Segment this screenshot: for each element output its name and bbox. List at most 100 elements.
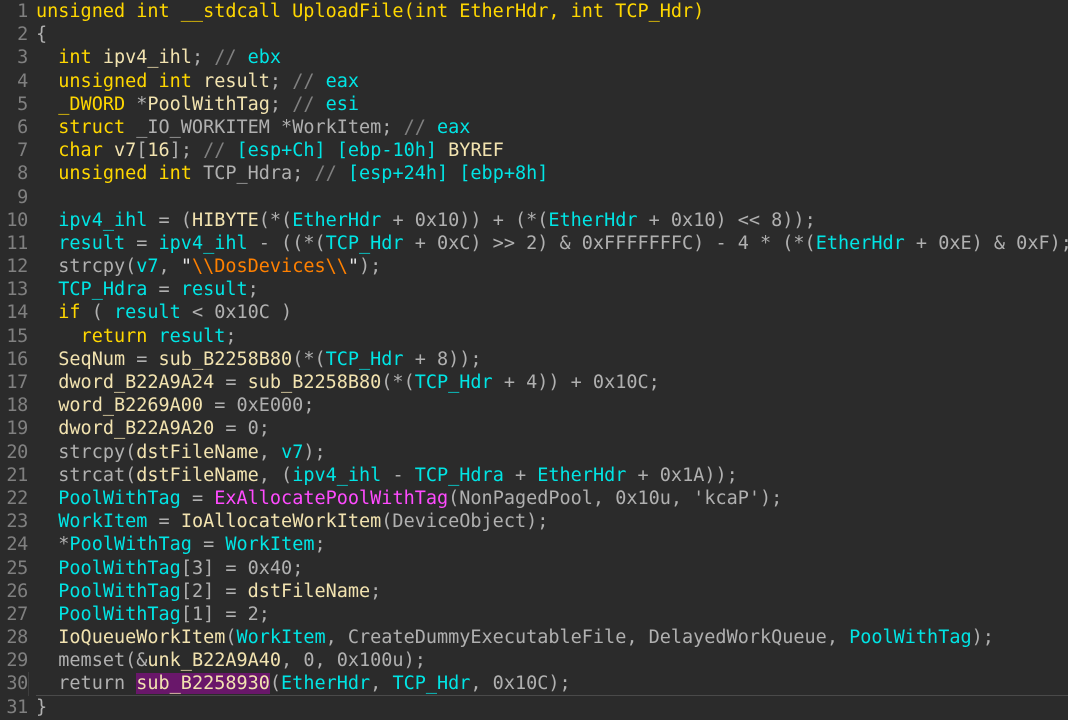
line-number: 23 xyxy=(6,511,28,533)
code-line-text[interactable]: PoolWithTag[3] = 0x40; xyxy=(36,557,1068,580)
code-line[interactable]: 19 dword_B22A9A20 = 0; xyxy=(0,417,1068,440)
line-number: 20 xyxy=(6,441,28,463)
code-line[interactable]: 28 IoQueueWorkItem(WorkItem, CreateDummy… xyxy=(0,626,1068,649)
code-line-text[interactable]: WorkItem = IoAllocateWorkItem(DeviceObje… xyxy=(36,510,1068,533)
code-line[interactable]: 6 struct _IO_WORKITEM *WorkItem; // eax xyxy=(0,116,1068,139)
code-line[interactable]: 15 return result; xyxy=(0,325,1068,348)
code-token: - xyxy=(381,464,415,486)
code-token: if xyxy=(58,302,81,324)
code-line[interactable]: 31} xyxy=(0,696,1068,719)
code-line[interactable]: 30 return sub_B2258930(EtherHdr, TCP_Hdr… xyxy=(0,672,1068,696)
code-token: // xyxy=(203,140,237,162)
code-line-text[interactable]: SeqNum = sub_B2258B80(*(TCP_Hdr + 8)); xyxy=(36,348,1068,371)
code-token: EtherHdr xyxy=(281,673,371,695)
line-number: 12 xyxy=(6,256,28,278)
code-line[interactable]: 4 unsigned int result; // eax xyxy=(0,70,1068,93)
code-token: int xyxy=(58,47,92,69)
code-token: = xyxy=(214,372,248,393)
code-line[interactable]: 7 char v7[16]; // [esp+Ch] [ebp-10h] BYR… xyxy=(0,139,1068,162)
code-line-text[interactable]: char v7[16]; // [esp+Ch] [ebp-10h] BYREF xyxy=(36,139,1068,162)
code-line[interactable]: 16 SeqNum = sub_B2258B80(*(TCP_Hdr + 8))… xyxy=(0,348,1068,371)
code-line-text[interactable]: } xyxy=(36,696,1068,719)
code-line[interactable]: 17 dword_B22A9A24 = sub_B2258B80(*(TCP_H… xyxy=(0,371,1068,394)
code-line[interactable]: 9 xyxy=(0,186,1068,209)
code-token: [ebp+8h] xyxy=(459,163,549,185)
code-line[interactable]: 12 strcpy(v7, "\\DosDevices\\"); xyxy=(0,255,1068,278)
code-line-text[interactable]: result = ipv4_ihl - ((*(TCP_Hdr + 0xC) >… xyxy=(36,232,1068,255)
code-line[interactable]: 22 PoolWithTag = ExAllocatePoolWithTag(N… xyxy=(0,487,1068,510)
code-line-text[interactable]: int ipv4_ihl; // ebx xyxy=(36,46,1068,69)
code-line-text[interactable]: word_B2269A00 = 0xE000; xyxy=(36,394,1068,417)
code-token: sub_B2258B80 xyxy=(158,348,293,370)
code-line[interactable]: 14 if ( result < 0x10C ) xyxy=(0,301,1068,324)
code-line[interactable]: 1 unsigned int __stdcall UploadFile(int E… xyxy=(0,0,1068,23)
code-line-text[interactable]: dword_B22A9A24 = sub_B2258B80(*(TCP_Hdr … xyxy=(36,371,1068,394)
code-line-text[interactable]: PoolWithTag[1] = 2; xyxy=(36,603,1068,626)
code-line[interactable]: 8 unsigned int TCP_Hdra; // [esp+24h] [e… xyxy=(0,162,1068,185)
code-line-text[interactable]: TCP_Hdra = result; xyxy=(36,278,1068,301)
gutter-separator xyxy=(28,672,36,696)
code-token: PoolWithTag xyxy=(58,487,181,509)
code-line[interactable]: 5 _DWORD *PoolWithTag; // esi xyxy=(0,93,1068,116)
code-line-text[interactable]: memset(&unk_B22A9A40, 0, 0x100u); xyxy=(36,649,1068,672)
code-line[interactable]: 27 PoolWithTag[1] = 2; xyxy=(0,603,1068,626)
code-token: // xyxy=(292,93,326,115)
code-line-text[interactable]: IoQueueWorkItem(WorkItem, CreateDummyExe… xyxy=(36,626,1068,649)
code-line[interactable]: 2{ xyxy=(0,23,1068,46)
code-line-text[interactable]: struct _IO_WORKITEM *WorkItem; // eax xyxy=(36,116,1068,139)
code-line-text[interactable]: strcat(dstFileName, (ipv4_ihl - TCP_Hdra… xyxy=(36,464,1068,487)
code-line-text[interactable]: return sub_B2258930(EtherHdr, TCP_Hdr, 0… xyxy=(36,672,1068,696)
code-line-text[interactable]: unsigned int result; // eax xyxy=(36,70,1068,93)
code-line[interactable]: 18 word_B2269A00 = 0xE000; xyxy=(0,394,1068,417)
code-line[interactable]: 11 result = ipv4_ihl - ((*(TCP_Hdr + 0xC… xyxy=(0,232,1068,255)
code-line[interactable]: 10 ipv4_ihl = (HIBYTE(*(EtherHdr + 0x10)… xyxy=(0,209,1068,232)
code-line[interactable]: 3 int ipv4_ihl; // ebx xyxy=(0,46,1068,69)
code-token[interactable]: sub_B2258930 xyxy=(136,673,270,695)
line-number: 21 xyxy=(6,464,28,486)
code-token: PoolWithTag xyxy=(69,534,192,556)
code-line-text[interactable]: ipv4_ihl = (HIBYTE(*(EtherHdr + 0x10)) +… xyxy=(36,209,1068,232)
code-token: EtherHdr xyxy=(548,209,638,231)
code-line-text[interactable]: strcpy(dstFileName, v7); xyxy=(36,441,1068,464)
code-line[interactable]: 23 WorkItem = IoAllocateWorkItem(DeviceO… xyxy=(0,510,1068,533)
code-line-text[interactable]: { xyxy=(36,23,1068,46)
code-line-text[interactable]: dword_B22A9A20 = 0; xyxy=(36,417,1068,440)
code-token: EtherHdr xyxy=(815,232,905,254)
code-token: (*( xyxy=(258,209,293,231)
code-token: (*( xyxy=(381,372,415,393)
code-line[interactable]: 21 strcat(dstFileName, (ipv4_ihl - TCP_H… xyxy=(0,464,1068,487)
code-line-text[interactable]: unsigned int TCP_Hdra; // [esp+24h] [ebp… xyxy=(36,162,1068,185)
code-line[interactable]: 25 PoolWithTag[3] = 0x40; xyxy=(0,557,1068,580)
code-token: // xyxy=(214,47,248,69)
code-line-text[interactable]: PoolWithTag = ExAllocatePoolWithTag(NonP… xyxy=(36,487,1068,510)
code-line-text[interactable]: strcpy(v7, "\\DosDevices\\"); xyxy=(36,255,1068,278)
code-line-text[interactable]: PoolWithTag[2] = dstFileName; xyxy=(36,580,1068,603)
code-token: WorkItem xyxy=(225,534,315,556)
code-line[interactable]: 26 PoolWithTag[2] = dstFileName; xyxy=(0,580,1068,603)
code-line-text[interactable]: unsigned int __stdcall UploadFile(int Et… xyxy=(36,0,1068,23)
code-line[interactable]: 29 memset(&unk_B22A9A40, 0, 0x100u); xyxy=(0,649,1068,672)
code-token: int EtherHdr, int TCP_Hdr xyxy=(414,1,694,22)
code-token: ( xyxy=(225,627,237,649)
code-token: _IO_WORKITEM * xyxy=(125,116,293,138)
line-number: 3 xyxy=(17,47,28,69)
code-token: EtherHdr xyxy=(292,209,382,231)
code-line[interactable]: 24 *PoolWithTag = WorkItem; xyxy=(0,533,1068,556)
code-line-text[interactable]: if ( result < 0x10C ) xyxy=(36,301,1068,324)
code-token: + 8)); xyxy=(403,348,482,370)
code-line-text[interactable]: *PoolWithTag = WorkItem; xyxy=(36,533,1068,556)
line-number: 5 xyxy=(17,93,28,115)
code-token: = xyxy=(147,279,181,301)
code-line-text[interactable]: return result; xyxy=(36,325,1068,348)
code-line[interactable]: 20 strcpy(dstFileName, v7); xyxy=(0,441,1068,464)
code-line-text[interactable]: _DWORD *PoolWithTag; // esi xyxy=(36,93,1068,116)
pseudocode-view[interactable]: 1 unsigned int __stdcall UploadFile(int E… xyxy=(0,0,1068,720)
code-line[interactable]: 13 TCP_Hdra = result; xyxy=(0,278,1068,301)
code-token: ; xyxy=(269,70,293,92)
